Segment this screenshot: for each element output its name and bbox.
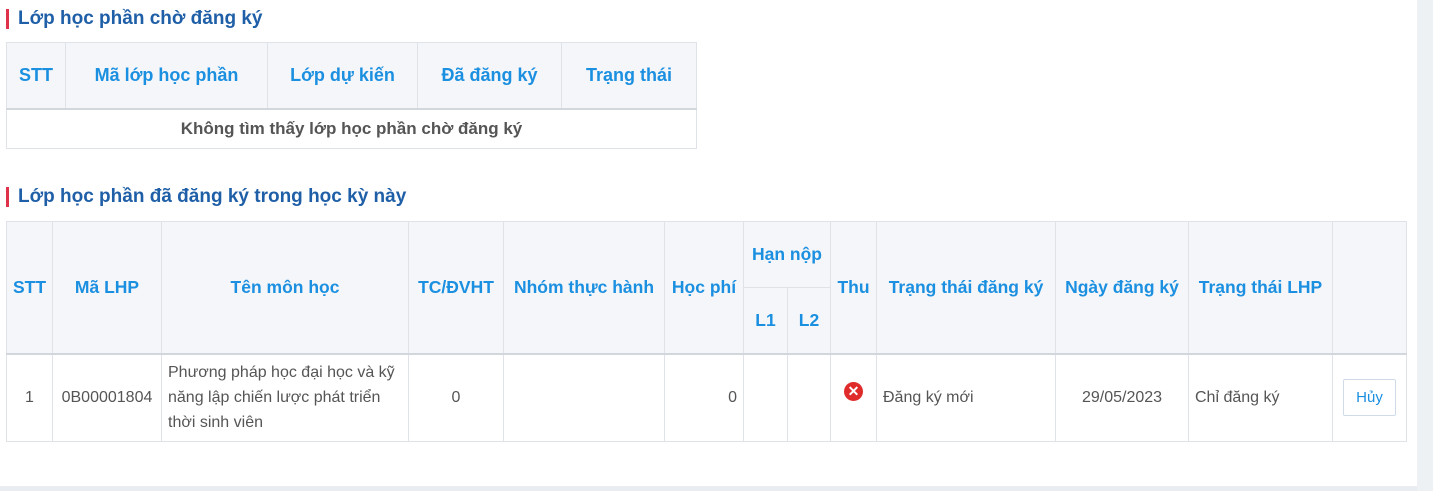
cell-ma-lhp: 0B00001804 xyxy=(52,353,162,442)
col-header-hoc-phi: Học phí xyxy=(664,221,744,355)
col-header-ngay-dk: Ngày đăng ký xyxy=(1055,221,1189,355)
main-panel: Lớp học phần chờ đăng ký STT Mã lớp học … xyxy=(0,0,1417,486)
col-header-stt: STT xyxy=(6,42,66,110)
col-header-thu: Thu xyxy=(830,221,877,355)
cell-thu: ✕ xyxy=(830,353,877,442)
col-header-l1: L1 xyxy=(743,287,788,355)
cell-trang-thai-dk: Đăng ký mới xyxy=(876,353,1056,442)
cell-ten-mon: Phương pháp học đại học và kỹ năng lập c… xyxy=(161,353,409,442)
page-scrollbar[interactable] xyxy=(1417,0,1433,491)
col-header-l2: L2 xyxy=(787,287,831,355)
pending-table: STT Mã lớp học phần Lớp dự kiến Đã đăng … xyxy=(6,42,697,149)
table-row: 1 0B00001804 Phương pháp học đại học và … xyxy=(6,353,1407,442)
cell-action: Hủy xyxy=(1332,353,1407,442)
cell-tc: 0 xyxy=(408,353,504,442)
cell-stt: 1 xyxy=(6,353,53,442)
pending-section-title: Lớp học phần chờ đăng ký xyxy=(6,9,262,29)
cell-ngay-dk: 29/05/2023 xyxy=(1055,353,1189,442)
cell-l2 xyxy=(787,353,831,442)
registered-table: STT Mã LHP Tên môn học TC/ĐVHT Nhóm thực… xyxy=(6,221,1407,442)
cancel-button[interactable]: Hủy xyxy=(1343,379,1396,417)
registered-section-title: Lớp học phần đã đăng ký trong học kỳ này xyxy=(6,187,406,207)
col-header-trang-thai: Trạng thái xyxy=(561,42,697,110)
col-header-action xyxy=(1332,221,1407,355)
col-header-da-dang-ky: Đã đăng ký xyxy=(417,42,562,110)
col-header-nhom: Nhóm thực hành xyxy=(503,221,665,355)
col-header-han-nop: Hạn nộp xyxy=(743,221,831,288)
cell-l1 xyxy=(743,353,788,442)
cell-nhom xyxy=(503,353,665,442)
col-header-ma-lop: Mã lớp học phần xyxy=(65,42,268,110)
x-circle-icon: ✕ xyxy=(844,382,863,402)
col-header-stt: STT xyxy=(6,221,53,355)
cell-trang-thai-lhp: Chỉ đăng ký xyxy=(1188,353,1333,442)
col-header-ten-mon: Tên môn học xyxy=(161,221,409,355)
col-header-ma-lhp: Mã LHP xyxy=(52,221,162,355)
col-header-trang-thai-lhp: Trạng thái LHP xyxy=(1188,221,1333,355)
col-header-trang-thai-dk: Trạng thái đăng ký xyxy=(876,221,1056,355)
cell-hoc-phi: 0 xyxy=(664,353,744,442)
col-header-tc: TC/ĐVHT xyxy=(408,221,504,355)
empty-message: Không tìm thấy lớp học phần chờ đăng ký xyxy=(6,108,697,149)
col-header-lop-du-kien: Lớp dự kiến xyxy=(267,42,418,110)
